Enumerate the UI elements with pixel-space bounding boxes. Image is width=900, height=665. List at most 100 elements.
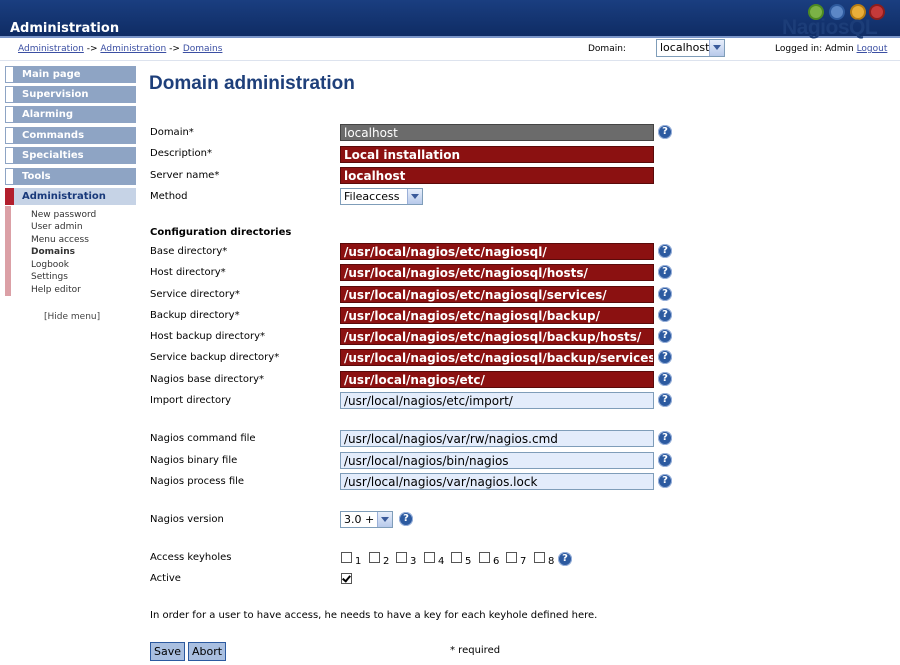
- menu-item-label: Supervision: [22, 89, 89, 100]
- server-name-field[interactable]: localhost: [340, 167, 654, 184]
- nagios-base-directory-field[interactable]: /usr/local/nagios/etc/: [340, 371, 654, 388]
- server-name-label: Server name*: [150, 170, 220, 181]
- abort-button[interactable]: Abort: [188, 642, 227, 661]
- submenu-logbook[interactable]: Logbook: [31, 260, 69, 270]
- breadcrumb-link-domains[interactable]: Domains: [183, 44, 223, 54]
- submenu-bar: [5, 206, 11, 296]
- submenu-help-editor[interactable]: Help editor: [31, 285, 81, 295]
- config-directories-heading: Configuration directories: [150, 227, 292, 238]
- help-icon[interactable]: ?: [658, 308, 672, 322]
- keyhole-4-label: 4: [438, 556, 445, 567]
- help-icon[interactable]: ?: [658, 393, 672, 407]
- save-button[interactable]: Save: [150, 642, 186, 661]
- base-directory-field[interactable]: /usr/local/nagios/etc/nagiosql/: [340, 243, 654, 260]
- help-icon[interactable]: ?: [658, 431, 672, 445]
- command-file-field[interactable]: /usr/local/nagios/var/rw/nagios.cmd: [340, 430, 654, 447]
- keyhole-5-checkbox[interactable]: [451, 552, 462, 563]
- help-icon[interactable]: ?: [658, 287, 672, 301]
- submenu-new-password[interactable]: New password: [31, 210, 96, 220]
- process-file-field[interactable]: /usr/local/nagios/var/nagios.lock: [340, 473, 654, 490]
- keyhole-7-checkbox[interactable]: [506, 552, 517, 563]
- menu-item-supervision[interactable]: Supervision: [5, 86, 136, 103]
- description-label: Description*: [150, 148, 212, 159]
- binary-file-field[interactable]: /usr/local/nagios/bin/nagios: [340, 452, 654, 469]
- menu-item-alarming[interactable]: Alarming: [5, 106, 136, 123]
- menu-item-commands[interactable]: Commands: [5, 127, 136, 144]
- menu-item-label: Specialties: [22, 150, 84, 161]
- method-select-value: Fileaccess: [344, 190, 400, 203]
- breadcrumb-separator: ->: [86, 44, 98, 54]
- help-icon[interactable]: ?: [658, 474, 672, 488]
- menu-item-label: Commands: [22, 130, 85, 141]
- chevron-down-icon: [377, 512, 392, 527]
- host-directory-field[interactable]: /usr/local/nagios/etc/nagiosql/hosts/: [340, 264, 654, 281]
- submenu-menu-access[interactable]: Menu access: [31, 235, 89, 245]
- menu-item-main-page[interactable]: Main page: [5, 66, 136, 83]
- menu-tab-marker: [5, 168, 14, 185]
- keyhole-8-checkbox[interactable]: [534, 552, 545, 563]
- domain-field[interactable]: localhost: [340, 124, 654, 141]
- hide-menu-link[interactable]: [Hide menu]: [44, 312, 100, 322]
- keyhole-5-label: 5: [465, 556, 472, 567]
- menu-tab-marker: [5, 127, 14, 144]
- menu-item-specialties[interactable]: Specialties: [5, 147, 136, 164]
- help-icon[interactable]: ?: [658, 372, 672, 386]
- domain-select-value: localhost: [660, 41, 710, 54]
- import-directory-field[interactable]: /usr/local/nagios/etc/import/: [340, 392, 654, 409]
- help-icon[interactable]: ?: [399, 512, 413, 526]
- menu-tab-marker: [5, 147, 14, 164]
- keyhole-8-label: 8: [548, 556, 555, 567]
- logout-link[interactable]: Logout: [857, 44, 888, 54]
- description-field[interactable]: Local installation: [340, 146, 654, 163]
- keyhole-4-checkbox[interactable]: [424, 552, 435, 563]
- service-backup-directory-field[interactable]: /usr/local/nagios/etc/nagiosql/backup/se…: [340, 349, 654, 366]
- access-keyholes-label: Access keyholes: [150, 552, 232, 563]
- help-icon[interactable]: ?: [658, 265, 672, 279]
- menu-tab-marker: [5, 86, 14, 103]
- submenu-user-admin[interactable]: User admin: [31, 222, 83, 232]
- help-icon[interactable]: ?: [658, 329, 672, 343]
- keyhole-6-checkbox[interactable]: [479, 552, 490, 563]
- nagios-version-value: 3.0 +: [344, 513, 375, 526]
- help-icon[interactable]: ?: [558, 552, 572, 566]
- keyhole-3-checkbox[interactable]: [396, 552, 407, 563]
- menu-item-label: Tools: [22, 171, 51, 182]
- top-bar: Administration NagiosQL: [0, 0, 900, 39]
- keyhole-1-label: 1: [355, 556, 362, 567]
- domain-select[interactable]: localhost: [656, 39, 725, 57]
- sub-header: Administration -> Administration -> Doma…: [0, 38, 900, 61]
- keyhole-1-checkbox[interactable]: [341, 552, 352, 563]
- help-icon[interactable]: ?: [658, 244, 672, 258]
- base-directory-label: Base directory*: [150, 246, 228, 257]
- keyhole-2-checkbox[interactable]: [369, 552, 380, 563]
- service-directory-field[interactable]: /usr/local/nagios/etc/nagiosql/services/: [340, 286, 654, 303]
- method-label: Method: [150, 191, 188, 202]
- breadcrumb-link-administration-2[interactable]: Administration: [100, 44, 166, 54]
- breadcrumb: Administration -> Administration -> Doma…: [18, 44, 222, 54]
- import-directory-label: Import directory: [150, 395, 232, 406]
- active-label: Active: [150, 573, 181, 584]
- app-title: Administration: [10, 21, 120, 36]
- keyhole-6-label: 6: [493, 556, 500, 567]
- host-backup-directory-label: Host backup directory*: [150, 331, 266, 342]
- method-select[interactable]: Fileaccess: [340, 188, 423, 205]
- menu-item-label: Main page: [22, 69, 81, 80]
- submenu-domains[interactable]: Domains: [31, 247, 75, 257]
- nagios-version-select[interactable]: 3.0 +: [340, 511, 393, 528]
- breadcrumb-link-administration[interactable]: Administration: [18, 44, 84, 54]
- menu-item-tools[interactable]: Tools: [5, 168, 136, 185]
- help-icon[interactable]: ?: [658, 350, 672, 364]
- host-backup-directory-field[interactable]: /usr/local/nagios/etc/nagiosql/backup/ho…: [340, 328, 654, 345]
- keyhole-note: In order for a user to have access, he n…: [150, 610, 598, 621]
- binary-file-label: Nagios binary file: [150, 455, 238, 466]
- backup-directory-field[interactable]: /usr/local/nagios/etc/nagiosql/backup/: [340, 307, 654, 324]
- command-file-label: Nagios command file: [150, 433, 256, 444]
- backup-directory-label: Backup directory*: [150, 310, 240, 321]
- active-checkbox[interactable]: [341, 573, 352, 584]
- host-directory-label: Host directory*: [150, 267, 226, 278]
- help-icon[interactable]: ?: [658, 453, 672, 467]
- help-icon[interactable]: ?: [658, 125, 672, 139]
- menu-item-administration[interactable]: Administration: [5, 188, 136, 205]
- required-note: * required: [450, 645, 501, 656]
- submenu-settings[interactable]: Settings: [31, 272, 68, 282]
